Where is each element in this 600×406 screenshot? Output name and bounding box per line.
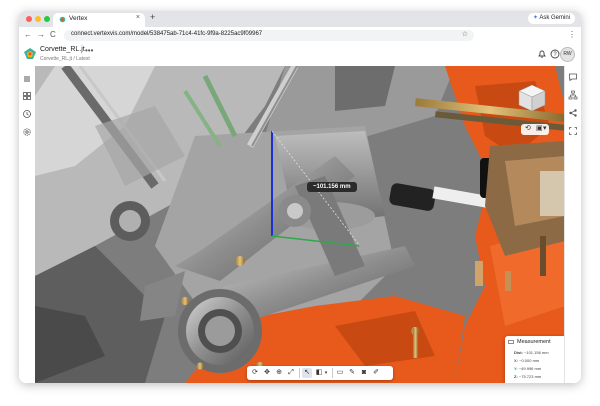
engine-model-render[interactable] — [35, 66, 565, 383]
share-icon[interactable] — [568, 108, 578, 118]
rotate-icon[interactable]: ⟳ — [250, 368, 260, 378]
left-sidebar — [19, 66, 36, 383]
measurement-row-value: ~0.000 mm — [519, 358, 540, 363]
toolbar-divider — [299, 368, 300, 378]
view-cube-icon[interactable] — [517, 83, 547, 113]
measurement-row-z: Z: ~75.723 mm — [514, 374, 541, 379]
bottom-toolbar: ⟳ ✥ ⊕ ⤢ ↖ ◧ ▾ ▭ ✎ ◙ ✐ — [247, 366, 393, 380]
chevron-down-icon[interactable]: ▾ — [323, 368, 329, 378]
camera-icon[interactable]: ◙ — [359, 368, 369, 378]
measurement-row-x: X: ~0.000 mm — [514, 358, 539, 363]
rotate-view-icon[interactable]: ⟲ — [525, 124, 531, 132]
measurement-panel-title: Measurement — [517, 339, 551, 345]
ask-gemini-button[interactable]: ✦ Ask Gemini — [527, 13, 575, 24]
measurement-row-key: Z: — [514, 374, 518, 379]
pan-icon[interactable]: ✥ — [262, 368, 272, 378]
tab-title: Vertex — [69, 15, 88, 22]
document-title: Corvette_RL.jt — [40, 46, 85, 53]
hierarchy-icon[interactable] — [568, 90, 578, 100]
settings-icon[interactable] — [22, 127, 32, 137]
help-icon[interactable]: ? — [550, 49, 560, 59]
zoom-window-button[interactable] — [44, 16, 50, 22]
measurement-row-value: ~49.996 mm — [518, 366, 542, 371]
comment-icon[interactable] — [568, 72, 578, 82]
measurement-row-value: ~75.723 mm — [518, 374, 542, 379]
measure-icon[interactable]: ▭ — [335, 368, 345, 378]
new-tab-button[interactable]: + — [150, 12, 155, 22]
url-field[interactable]: connect.vertexvis.com/model/538475ab-71c… — [64, 30, 474, 41]
ruler-icon — [508, 340, 514, 344]
orthographic-icon[interactable]: ▣ — [536, 124, 543, 132]
chevron-down-icon[interactable]: ▾ — [543, 124, 547, 132]
measurement-label: ~101.156 mm — [307, 182, 357, 192]
app-header: Corvette_RL.jt Corvette_RL.jt / Latest •… — [19, 44, 581, 67]
list-icon[interactable] — [22, 74, 32, 84]
reload-button[interactable]: C — [50, 30, 56, 39]
fit-icon[interactable] — [568, 126, 578, 136]
notification-bell-icon[interactable] — [537, 49, 547, 59]
pen-icon[interactable]: ✎ — [347, 368, 357, 378]
measurement-row-key: Y: — [514, 366, 518, 371]
measurement-row-y: Y: ~49.996 mm — [514, 366, 541, 371]
bookmark-star-icon[interactable]: ☆ — [462, 30, 468, 38]
close-window-button[interactable] — [26, 16, 32, 22]
toolbar-divider — [332, 368, 333, 378]
back-button[interactable]: ← — [24, 30, 32, 39]
svg-text:?: ? — [553, 52, 557, 58]
user-avatar[interactable]: RW — [560, 47, 575, 62]
grid-icon[interactable] — [22, 91, 32, 101]
measurement-row-dist: Dist: ~101.156 mm — [514, 350, 549, 355]
minimize-window-button[interactable] — [35, 16, 41, 22]
view-tools: ⟲ ▣ ▾ — [521, 124, 549, 135]
forward-button[interactable]: → — [37, 30, 45, 39]
measurement-row-key: X: — [514, 358, 518, 363]
3d-viewport[interactable]: ~101.156 mm ⟲ ▣ ▾ Measurement ? Dist: ~1… — [35, 66, 565, 383]
right-sidebar — [564, 66, 581, 383]
gemini-icon: ✦ — [532, 15, 538, 21]
browser-window: Vertex × + ✦ Ask Gemini ← → C connect.ve… — [19, 11, 581, 383]
browser-menu-icon[interactable]: ⋮ — [568, 30, 576, 39]
vertex-logo-icon — [24, 48, 36, 59]
more-options-button[interactable]: ••• — [85, 46, 93, 55]
document-subtitle: Corvette_RL.jt / Latest — [40, 56, 90, 62]
select-icon[interactable]: ↖ — [302, 368, 312, 378]
vertex-favicon-icon — [59, 16, 66, 23]
history-icon[interactable] — [22, 109, 32, 119]
measurement-row-value: ~101.156 mm — [524, 350, 549, 355]
gemini-label: Ask Gemini — [539, 15, 570, 21]
url-text: connect.vertexvis.com/model/538475ab-71c… — [71, 31, 263, 37]
tab-bar: Vertex × + ✦ Ask Gemini — [19, 11, 581, 27]
measurement-panel: Measurement ? Dist: ~101.156 mm X: ~0.00… — [505, 336, 565, 383]
tab-close-icon[interactable]: × — [136, 14, 140, 21]
browser-tab[interactable]: Vertex × — [53, 13, 145, 27]
zoom-icon[interactable]: ⊕ — [274, 368, 284, 378]
address-bar-row: ← → C connect.vertexvis.com/model/538475… — [19, 27, 581, 45]
fit-icon[interactable]: ⤢ — [286, 368, 296, 378]
measurement-row-key: Dist: — [514, 350, 523, 355]
markup-icon[interactable]: ✐ — [371, 368, 381, 378]
